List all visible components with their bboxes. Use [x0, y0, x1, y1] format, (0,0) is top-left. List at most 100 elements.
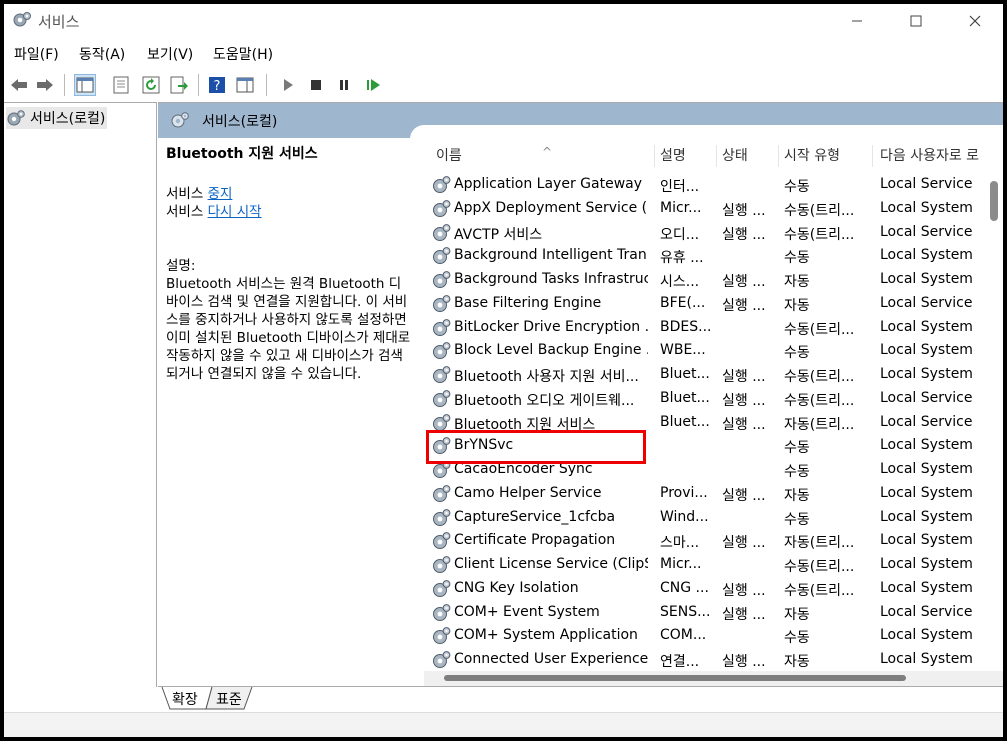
- action-pane-button[interactable]: [234, 74, 256, 96]
- services-window: 서비스 파일(F) 동작(A) 보기(V) 도움말(H) ? 서비스(로컬) 서…: [4, 4, 1003, 737]
- column-header-status[interactable]: 상태: [716, 145, 779, 167]
- stop-service-button[interactable]: [305, 74, 327, 96]
- service-desc: Bluet...: [660, 389, 710, 406]
- service-startup-type: 자동: [784, 606, 810, 623]
- action-restart-prefix: 서비스: [166, 204, 208, 220]
- service-logon-as: Local System: [880, 532, 973, 549]
- tree-item-services-local[interactable]: 서비스(로컬): [6, 107, 108, 129]
- start-service-button[interactable]: [277, 74, 299, 96]
- help-icon: ?: [209, 77, 225, 94]
- stop-service-link[interactable]: 중지: [208, 186, 233, 202]
- maximize-icon: [910, 15, 922, 27]
- column-header-startup[interactable]: 시작 유형: [778, 145, 873, 167]
- service-logon-as: Local Service: [880, 223, 973, 240]
- service-logon-as: Local System: [880, 651, 973, 667]
- toolbar-separator: [64, 74, 65, 96]
- selection-highlight-box: [426, 430, 646, 464]
- service-row[interactable]: Base Filtering Engine BFE(... 실행 ... 자동 Loca…: [424, 292, 1003, 316]
- stop-icon: [311, 80, 321, 90]
- service-desc: Bluet...: [660, 413, 710, 430]
- arrow-left-icon: [11, 79, 27, 91]
- service-startup-type: 자동: [784, 654, 810, 670]
- restart-service-link[interactable]: 다시 시작: [208, 204, 262, 220]
- service-row[interactable]: AppX Deployment Service (... Micr... 실행 ..…: [424, 197, 1003, 221]
- service-row[interactable]: COM+ System Application COM... 수동 Local Sys…: [424, 624, 1003, 648]
- service-name: Background Intelligent Tran...: [454, 247, 648, 264]
- service-gear-icon: [433, 247, 451, 265]
- maximize-button[interactable]: [893, 4, 939, 38]
- refresh-icon: [142, 76, 160, 94]
- vertical-scrollbar[interactable]: [990, 181, 998, 221]
- service-startup-type: 수동(트리...: [784, 321, 855, 338]
- service-gear-icon: [433, 532, 451, 550]
- service-logon-as: Local System: [880, 247, 973, 264]
- column-header-name[interactable]: 이름 ^: [430, 145, 655, 167]
- service-name: Camo Helper Service: [454, 484, 602, 501]
- tab-extended[interactable]: 확장: [172, 689, 198, 709]
- minimize-button[interactable]: [834, 4, 880, 38]
- service-row[interactable]: Application Layer Gateway ... 인터... 수동 Loca…: [424, 173, 1003, 197]
- description-text: Bluetooth 서비스는 원격 Bluetooth 디바이스 검색 및 연결…: [166, 276, 411, 382]
- show-hide-tree-button[interactable]: [74, 74, 96, 96]
- pause-service-button[interactable]: [333, 74, 355, 96]
- service-row[interactable]: Connected User Experiences... 연결... 실행 ...…: [424, 648, 1003, 672]
- service-desc: BFE(...: [660, 294, 706, 311]
- selected-service-title: Bluetooth 지원 서비스: [166, 146, 318, 162]
- tab-standard[interactable]: 표준: [216, 689, 242, 709]
- service-row[interactable]: Bluetooth 오디오 게이트웨... Bluet... 실행 ... 수동(트리…: [424, 387, 1003, 411]
- service-startup-type: 수동: [784, 250, 810, 267]
- service-row[interactable]: BitLocker Drive Encryption ... BDES... 수동(…: [424, 316, 1003, 340]
- service-desc: Bluet...: [660, 366, 710, 382]
- service-gear-icon: [433, 651, 451, 668]
- forward-button[interactable]: [34, 74, 56, 96]
- toolbar-separator: [198, 74, 199, 96]
- service-status: 실행 ...: [722, 202, 766, 219]
- service-row[interactable]: COM+ Event System SENS... 실행 ... 자동 Local Se…: [424, 601, 1003, 625]
- menu-action[interactable]: 동작(A): [79, 44, 125, 64]
- menu-file[interactable]: 파일(F): [14, 44, 59, 64]
- close-button[interactable]: [952, 4, 998, 38]
- service-status: 실행 ...: [722, 226, 766, 243]
- service-row[interactable]: Background Intelligent Tran... 유휴 ... 수동 Lo…: [424, 244, 1003, 268]
- column-header-logon[interactable]: 다음 사용자로 로: [874, 145, 1002, 167]
- services-gear-icon: [13, 12, 31, 27]
- menu-help[interactable]: 도움말(H): [213, 44, 273, 64]
- help-button[interactable]: ?: [206, 74, 228, 96]
- service-row[interactable]: Bluetooth 사용자 지원 서비... Bluet... 실행 ... 수동(트…: [424, 363, 1003, 387]
- properties-icon: [113, 76, 129, 94]
- service-row[interactable]: Certificate Propagation 스마... 실행 ... 자동(트리.…: [424, 529, 1003, 553]
- service-logon-as: Local System: [880, 627, 973, 644]
- service-desc: 오디...: [660, 226, 700, 243]
- service-row[interactable]: Client License Service (ClipS... Micr... 수…: [424, 553, 1003, 577]
- properties-button[interactable]: [110, 74, 132, 96]
- column-name-label: 이름: [436, 148, 462, 164]
- toolbar-separator: [266, 74, 267, 96]
- column-header-desc[interactable]: 설명: [654, 145, 717, 167]
- service-row[interactable]: Background Tasks Infrastruc... 시스... 실행 ..…: [424, 268, 1003, 292]
- service-name: Bluetooth 사용자 지원 서비...: [454, 369, 639, 385]
- service-gear-icon: [433, 627, 451, 645]
- service-row[interactable]: CNG Key Isolation CNG ... 실행 ... 수동(트리... Lo…: [424, 577, 1003, 601]
- service-row[interactable]: Camo Helper Service Provi... 실행 ... 자동 Local…: [424, 482, 1003, 506]
- service-row[interactable]: AVCTP 서비스 오디... 실행 ... 수동(트리... Local Servic…: [424, 221, 1003, 245]
- horizontal-scrollbar[interactable]: [444, 675, 906, 681]
- service-name: COM+ Event System: [454, 603, 600, 620]
- service-status: 실행 ...: [722, 487, 766, 504]
- action-stop-line: 서비스 중지: [166, 185, 412, 203]
- pause-icon: [340, 80, 348, 90]
- service-row[interactable]: CaptureService_1cfcba Wind... 수동 Local Syst…: [424, 506, 1003, 530]
- export-list-button[interactable]: [168, 74, 190, 96]
- service-status: 실행 ...: [722, 369, 766, 385]
- menu-view[interactable]: 보기(V): [147, 44, 193, 64]
- service-desc: Wind...: [660, 508, 709, 525]
- refresh-button[interactable]: [140, 74, 162, 96]
- menu-bar: 파일(F) 동작(A) 보기(V) 도움말(H): [4, 40, 1003, 66]
- service-row[interactable]: Block Level Backup Engine ... WBE... 수동 Loc…: [424, 339, 1003, 363]
- service-desc: CNG ...: [660, 579, 709, 596]
- service-name: Connected User Experiences...: [454, 651, 648, 667]
- service-gear-icon: [433, 484, 451, 502]
- services-list: 이름 ^ 설명 상태 시작 유형 다음 사용자로 로 Application L…: [424, 141, 1003, 687]
- back-button[interactable]: [8, 74, 30, 96]
- restart-service-button[interactable]: [363, 74, 385, 96]
- service-gear-icon: [433, 556, 451, 573]
